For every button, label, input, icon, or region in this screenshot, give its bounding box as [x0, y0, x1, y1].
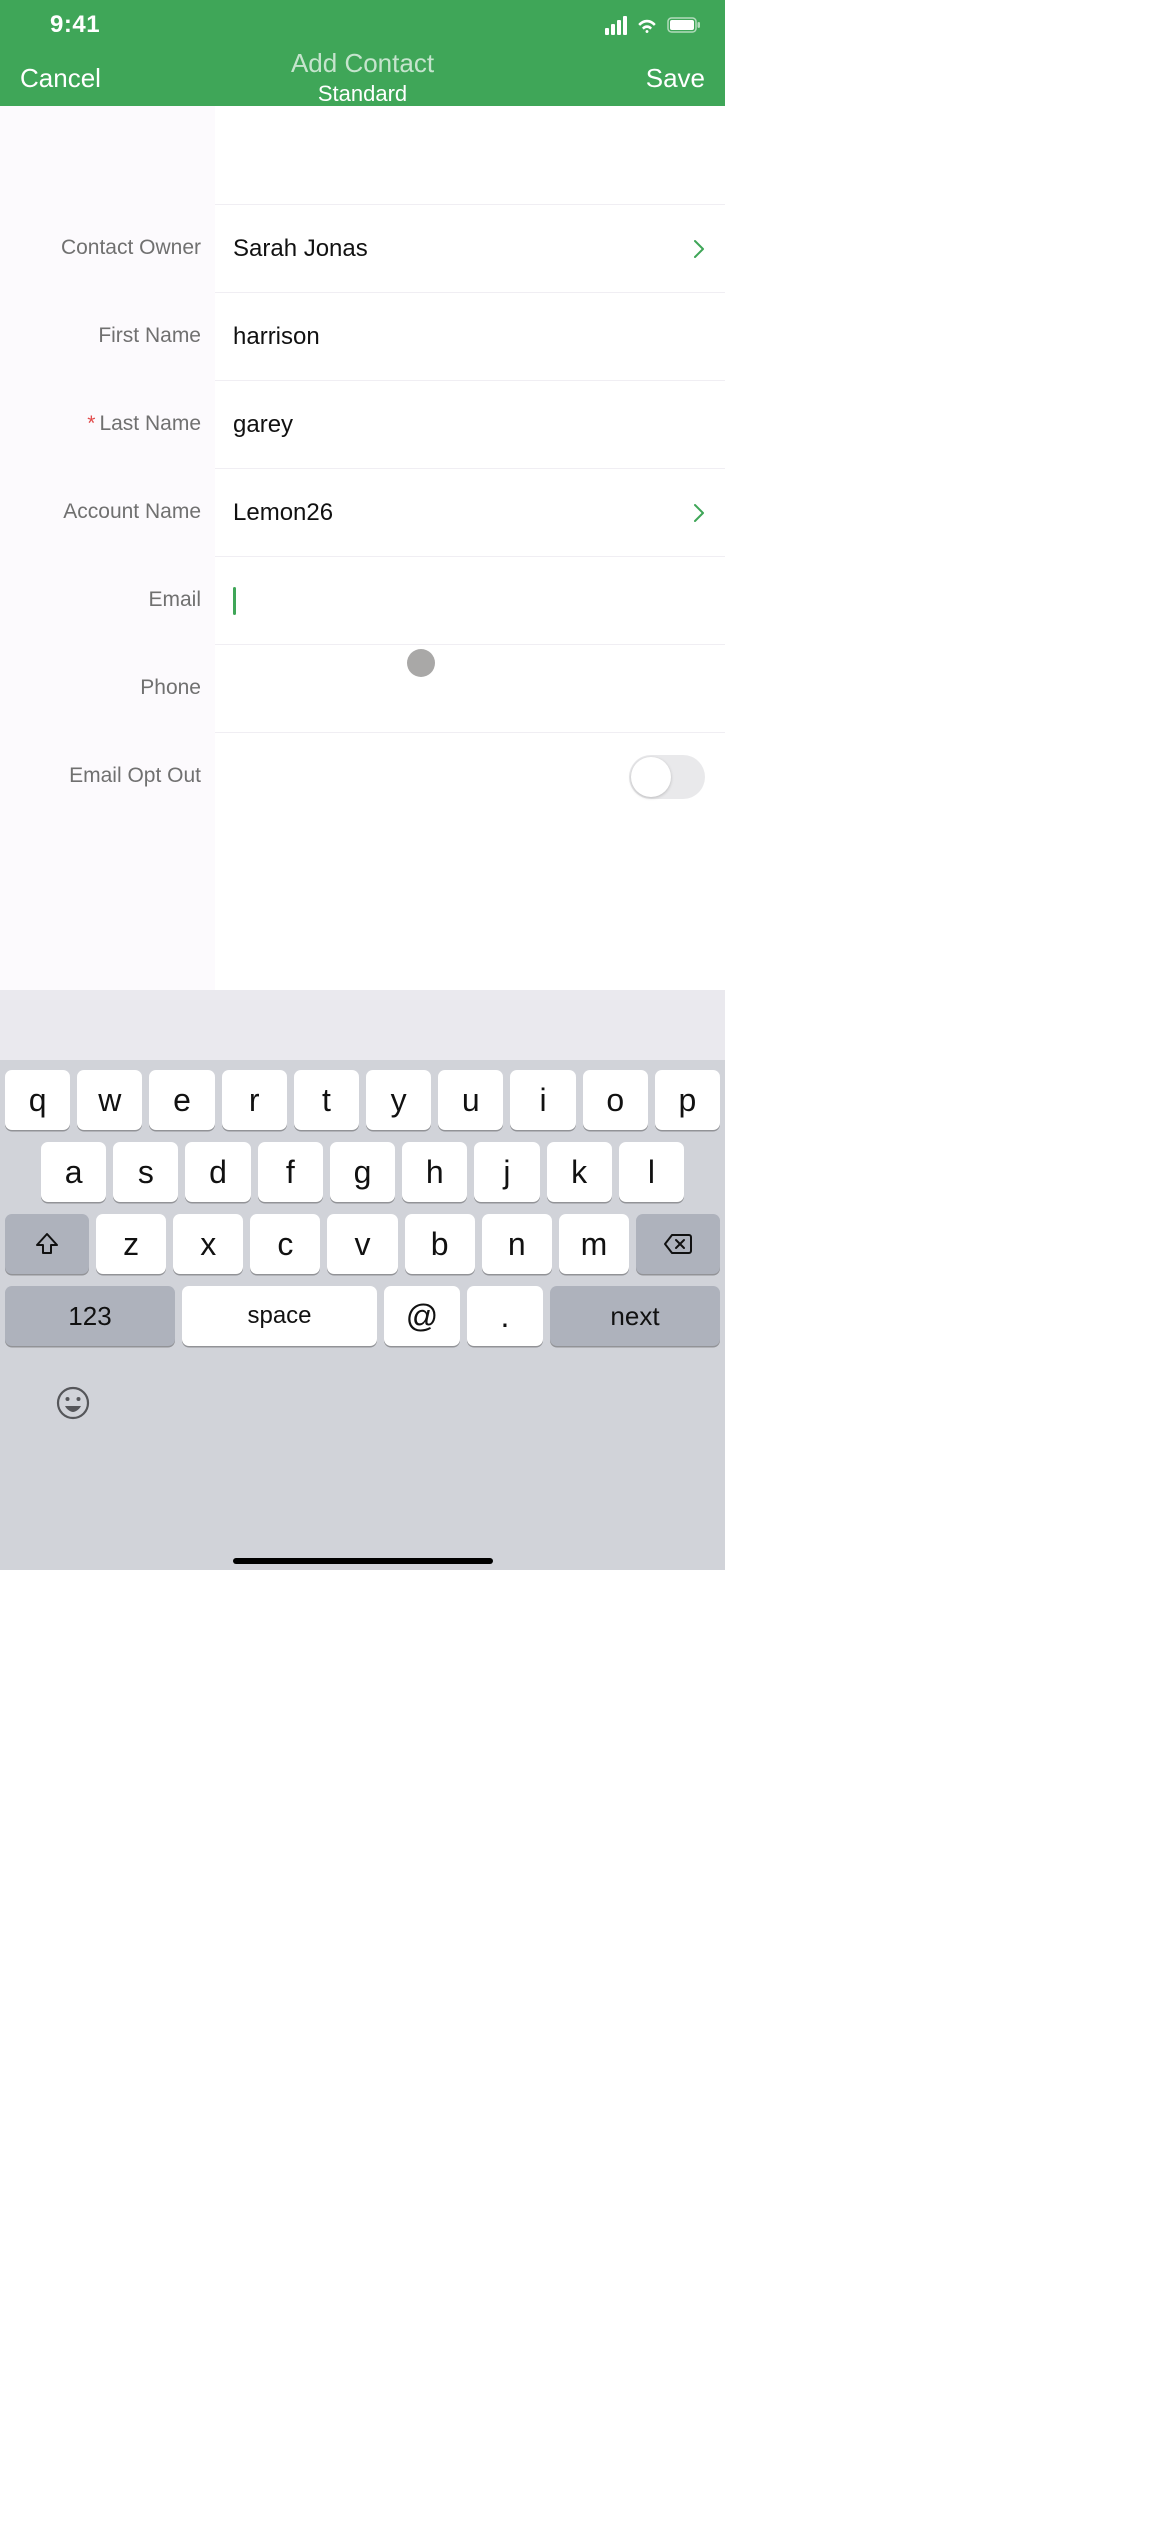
row-last-name: *Last Name	[0, 380, 725, 468]
wifi-icon	[635, 16, 659, 34]
key-t[interactable]: t	[294, 1070, 359, 1130]
key-w[interactable]: w	[77, 1070, 142, 1130]
key-b[interactable]: b	[405, 1214, 475, 1274]
first-name-input[interactable]	[233, 323, 725, 351]
save-button[interactable]: Save	[605, 63, 705, 94]
row-opt-out: Email Opt Out	[0, 732, 725, 820]
page-subtitle: Standard	[291, 81, 434, 106]
contact-owner-text: Sarah Jonas	[233, 235, 368, 263]
key-p[interactable]: p	[655, 1070, 720, 1130]
key-h[interactable]: h	[402, 1142, 467, 1202]
key-j[interactable]: j	[474, 1142, 539, 1202]
battery-icon	[667, 17, 701, 33]
row-email: Email	[0, 556, 725, 644]
key-s[interactable]: s	[113, 1142, 178, 1202]
key-d[interactable]: d	[185, 1142, 250, 1202]
label-opt-out: Email Opt Out	[0, 764, 215, 788]
keyboard: q w e r t y u i o p a s d f g h j k l z	[0, 1060, 725, 1570]
key-y[interactable]: y	[366, 1070, 431, 1130]
label-account-name: Account Name	[0, 500, 215, 524]
key-numeric[interactable]: 123	[5, 1286, 175, 1346]
key-m[interactable]: m	[559, 1214, 629, 1274]
label-email: Email	[0, 588, 215, 612]
label-phone: Phone	[0, 676, 215, 700]
cellular-signal-icon	[605, 16, 627, 35]
nav-title-group: Add Contact Standard	[291, 49, 434, 106]
key-k[interactable]: k	[547, 1142, 612, 1202]
key-z[interactable]: z	[96, 1214, 166, 1274]
home-indicator	[233, 1558, 493, 1564]
value-account-name[interactable]: Lemon26	[215, 468, 725, 556]
key-o[interactable]: o	[583, 1070, 648, 1130]
label-contact-owner: Contact Owner	[0, 236, 215, 260]
row-account-name[interactable]: Account Name Lemon26	[0, 468, 725, 556]
label-last-name: *Last Name	[0, 412, 215, 436]
key-i[interactable]: i	[510, 1070, 575, 1130]
key-e[interactable]: e	[149, 1070, 214, 1130]
key-next[interactable]: next	[550, 1286, 720, 1346]
status-bar: 9:41	[0, 0, 725, 50]
email-input[interactable]	[236, 587, 725, 615]
emoji-icon	[55, 1385, 91, 1421]
key-a[interactable]: a	[41, 1142, 106, 1202]
key-shift[interactable]	[5, 1214, 89, 1274]
key-backspace[interactable]	[636, 1214, 720, 1274]
key-x[interactable]: x	[173, 1214, 243, 1274]
row-first-name: First Name	[0, 292, 725, 380]
key-dot[interactable]: .	[467, 1286, 543, 1346]
backspace-icon	[663, 1233, 693, 1255]
emoji-button[interactable]	[55, 1385, 91, 1421]
key-n[interactable]: n	[482, 1214, 552, 1274]
status-indicators	[605, 16, 701, 35]
page-title: Add Contact	[291, 49, 434, 79]
key-space[interactable]: space	[182, 1286, 377, 1346]
row-contact-owner[interactable]: Contact Owner Sarah Jonas	[0, 204, 725, 292]
key-l[interactable]: l	[619, 1142, 684, 1202]
last-name-input[interactable]	[233, 411, 725, 439]
key-r[interactable]: r	[222, 1070, 287, 1130]
key-at[interactable]: @	[384, 1286, 460, 1346]
phone-input[interactable]	[233, 675, 725, 703]
row-phone: Phone	[0, 644, 725, 732]
label-first-name: First Name	[0, 324, 215, 348]
key-c[interactable]: c	[250, 1214, 320, 1274]
key-g[interactable]: g	[330, 1142, 395, 1202]
key-f[interactable]: f	[258, 1142, 323, 1202]
account-name-text: Lemon26	[233, 499, 333, 527]
contact-form: Add Photo Contact Owner Sarah Jonas Firs…	[0, 106, 725, 990]
touch-indicator	[407, 649, 435, 677]
nav-bar: Cancel Add Contact Standard Save	[0, 50, 725, 106]
shift-icon	[34, 1231, 60, 1257]
chevron-right-icon	[693, 239, 705, 259]
email-opt-out-toggle[interactable]	[629, 755, 705, 799]
value-contact-owner[interactable]: Sarah Jonas	[215, 204, 725, 292]
key-u[interactable]: u	[438, 1070, 503, 1130]
key-v[interactable]: v	[327, 1214, 397, 1274]
chevron-right-icon	[693, 503, 705, 523]
key-q[interactable]: q	[5, 1070, 70, 1130]
toggle-knob	[631, 757, 671, 797]
status-time: 9:41	[50, 11, 100, 39]
keyboard-suggestions-bar	[0, 990, 725, 1060]
cancel-button[interactable]: Cancel	[20, 63, 120, 94]
